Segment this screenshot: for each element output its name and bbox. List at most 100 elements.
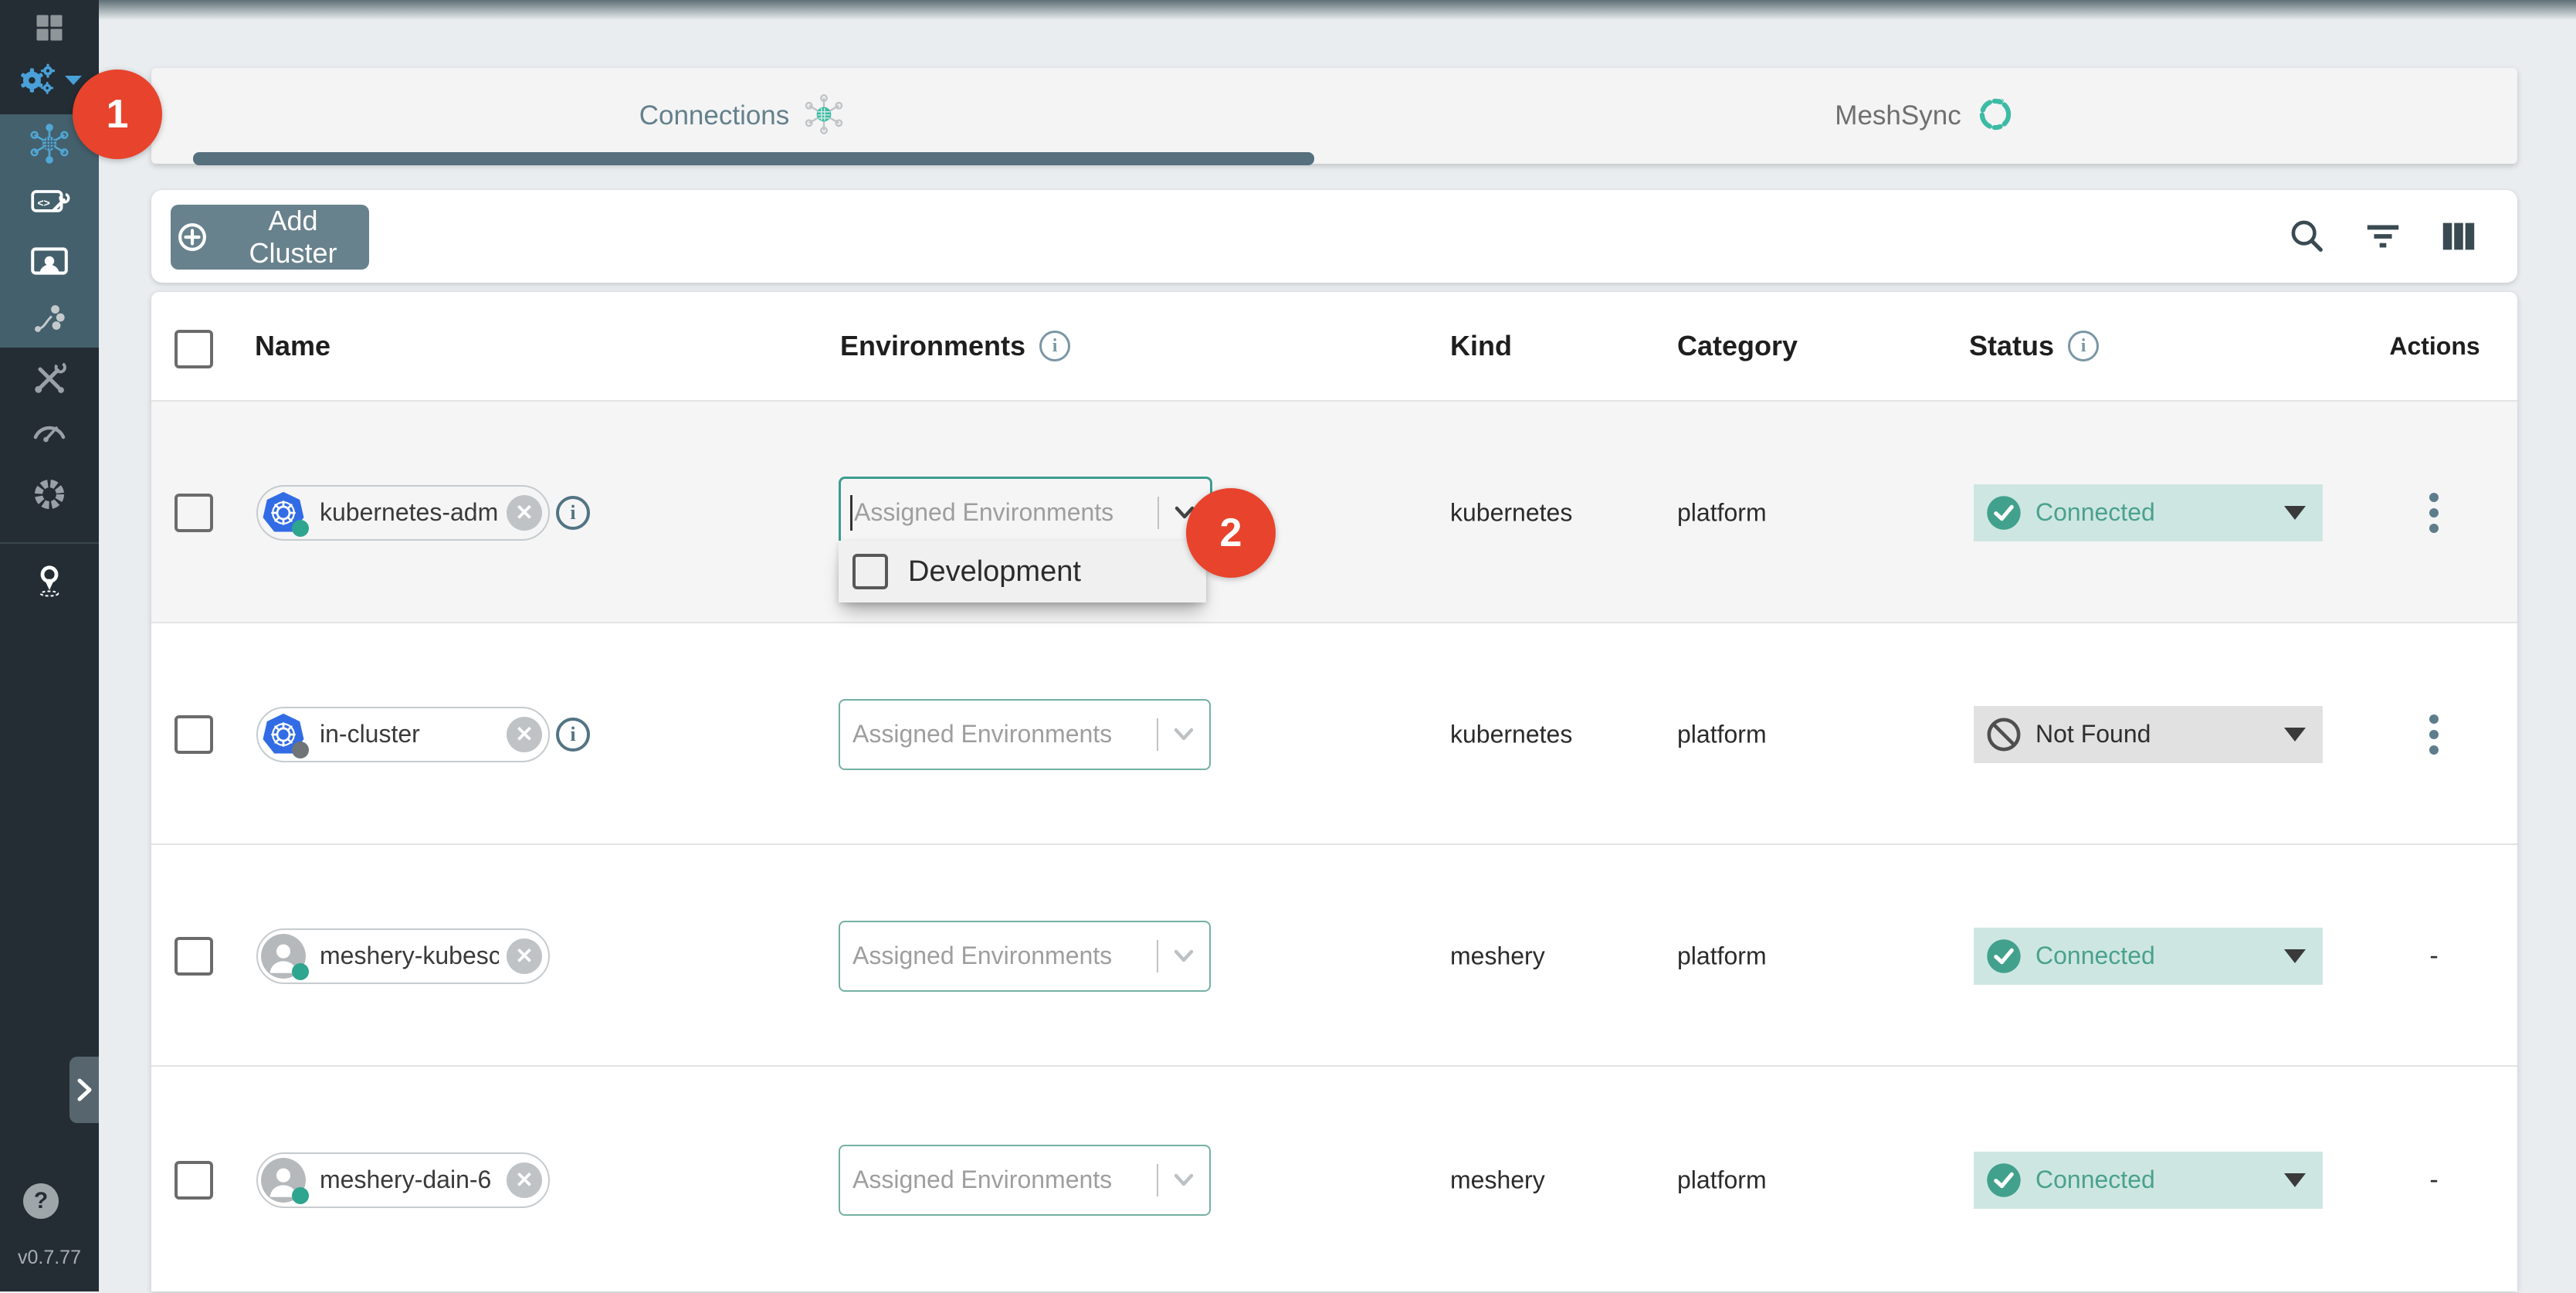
table-row: meshery-kubescop… ✕ Assigned Environment… [151, 843, 2517, 1067]
chip-delete-icon[interactable]: ✕ [507, 1162, 542, 1198]
pin-icon [29, 560, 70, 606]
top-shadow [99, 0, 2576, 20]
status-badge[interactable]: Connected [1974, 928, 2323, 985]
search-icon[interactable] [2287, 216, 2327, 256]
kind-value: kubernetes [1450, 720, 1572, 748]
select-chevron-icon[interactable] [1158, 1171, 1209, 1189]
connected-check-icon [1986, 1162, 2022, 1198]
sidebar-item-performance[interactable] [0, 405, 99, 463]
tools-icon [29, 358, 70, 403]
category-value: platform [1677, 1166, 1767, 1194]
sidebar-item-dashboard[interactable] [0, 0, 99, 59]
screen-user-icon [28, 239, 71, 287]
environment-option-label: Development [908, 555, 1081, 589]
connected-check-icon [1986, 495, 2022, 531]
row-checkbox[interactable] [175, 715, 213, 754]
row-actions-kebab[interactable] [2422, 493, 2446, 533]
environment-option[interactable]: Development [839, 541, 1206, 602]
row-actions-none: - [2418, 941, 2449, 971]
environments-info-icon[interactable]: i [1039, 331, 1070, 361]
environment-option-checkbox[interactable] [852, 554, 888, 589]
header-environments: Environments [840, 330, 1025, 362]
person-avatar-icon [261, 1158, 306, 1203]
connections-mesh-icon [27, 121, 72, 170]
header-status: Status [1969, 330, 2054, 362]
status-caret-icon [2284, 1173, 2306, 1187]
dashboard-icon [32, 11, 66, 49]
add-cluster-button[interactable]: Add Cluster [171, 205, 369, 270]
connection-chip[interactable]: in-cluster ✕ [256, 707, 550, 762]
environments-placeholder: Assigned Environments [852, 720, 1112, 748]
category-value: platform [1677, 498, 1767, 527]
table-row: kubernetes-admin… ✕ i Assigned Environme… [151, 400, 2517, 623]
chip-delete-icon[interactable]: ✕ [507, 938, 542, 974]
filter-icon[interactable] [2363, 216, 2403, 256]
sidebar-item-adapters[interactable]: <> [0, 175, 99, 233]
plus-circle-icon [175, 220, 209, 254]
environments-select[interactable]: Assigned Environments [839, 921, 1211, 992]
select-chevron-icon[interactable] [1158, 725, 1209, 744]
status-dot [292, 520, 309, 537]
sidebar-item-configuration[interactable] [0, 351, 99, 409]
chip-delete-icon[interactable]: ✕ [507, 717, 542, 752]
status-dot [292, 742, 309, 758]
connection-name: kubernetes-admin… [320, 498, 499, 527]
person-avatar-icon [261, 934, 306, 979]
environments-select[interactable]: Assigned Environments [839, 1145, 1211, 1216]
mesh-donut-icon [28, 473, 71, 520]
meshsync-tab-icon: » [1974, 93, 2017, 140]
tab-meshsync-label: MeshSync [1835, 100, 1961, 131]
select-chevron-icon[interactable] [1158, 947, 1209, 966]
status-badge[interactable]: Connected [1974, 484, 2323, 541]
gears-icon [15, 59, 59, 106]
header-name: Name [255, 330, 330, 362]
sidebar-item-pin[interactable] [0, 553, 99, 612]
header-actions: Actions [2389, 332, 2479, 361]
row-actions-none: - [2418, 1165, 2449, 1195]
status-info-icon[interactable]: i [2068, 331, 2099, 361]
status-value: Connected [2035, 498, 2155, 527]
kubernetes-logo-icon [261, 490, 306, 535]
connection-info-icon[interactable]: i [556, 718, 590, 752]
tab-connections[interactable]: Connections [151, 68, 1334, 164]
row-actions-kebab[interactable] [2422, 714, 2446, 755]
view-columns-icon[interactable] [2439, 216, 2479, 256]
connection-name: meshery-kubescop… [320, 942, 499, 970]
row-checkbox[interactable] [175, 937, 213, 976]
header-kind: Kind [1450, 330, 1512, 362]
sidebar: <> [0, 0, 99, 1291]
connection-chip[interactable]: meshery-dain-6 ✕ [256, 1152, 550, 1208]
select-all-checkbox[interactable] [175, 330, 213, 368]
connection-info-icon[interactable]: i [556, 496, 590, 530]
tab-connections-label: Connections [639, 100, 790, 131]
kind-value: meshery [1450, 1166, 1545, 1194]
connection-chip[interactable]: meshery-kubescop… ✕ [256, 928, 550, 984]
help-label: ? [34, 1188, 48, 1214]
sidebar-item-extensions[interactable] [0, 467, 99, 525]
sidebar-item-flows[interactable] [0, 292, 99, 351]
chip-delete-icon[interactable]: ✕ [507, 495, 542, 531]
category-value: platform [1677, 720, 1767, 748]
status-value: Not Found [2035, 720, 2151, 748]
help-button[interactable]: ? [23, 1183, 59, 1219]
adapter-code-icon: <> [28, 181, 71, 228]
status-badge[interactable]: Connected [1974, 1152, 2323, 1209]
row-checkbox[interactable] [175, 1161, 213, 1200]
branch-icon [29, 299, 70, 344]
connection-chip[interactable]: kubernetes-admin… ✕ [256, 485, 550, 541]
connections-tab-icon [802, 92, 846, 141]
status-badge[interactable]: Not Found [1974, 706, 2323, 763]
table-row: meshery-dain-6 ✕ Assigned Environments m… [151, 1065, 2517, 1293]
environments-select[interactable]: Assigned Environments [839, 477, 1212, 549]
tab-meshsync[interactable]: MeshSync » [1334, 68, 2517, 164]
environments-placeholder: Assigned Environments [852, 942, 1112, 970]
status-caret-icon [2284, 949, 2306, 963]
kind-value: meshery [1450, 942, 1545, 970]
tabs-bar: Connections MeshSync [151, 68, 2517, 164]
environments-select[interactable]: Assigned Environments [839, 699, 1211, 770]
sidebar-expand-button[interactable] [69, 1057, 99, 1123]
sidebar-item-designs[interactable] [0, 233, 99, 292]
connection-name: meshery-dain-6 [320, 1166, 491, 1194]
row-checkbox[interactable] [175, 494, 213, 532]
annotation-step-1-number: 1 [107, 91, 129, 137]
